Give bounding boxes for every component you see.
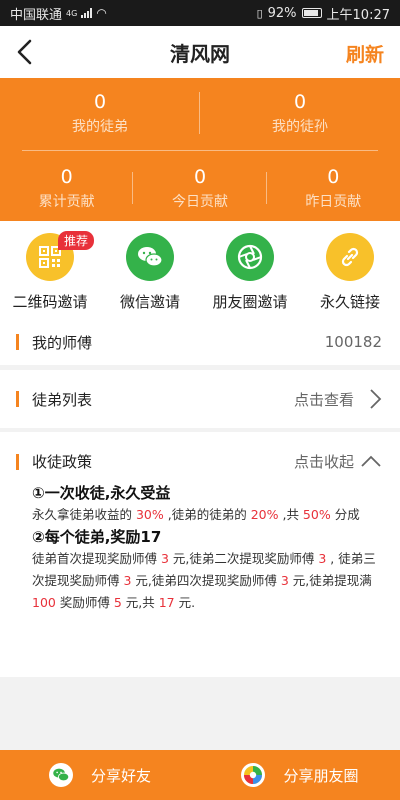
policy-heading-1: ①一次收徒,永久受益 xyxy=(32,484,171,502)
invite-moments-button[interactable]: 朋友圈邀请 xyxy=(200,221,300,319)
highlight-value: 100 xyxy=(32,595,56,610)
highlight-value: 50% xyxy=(302,507,331,522)
policy-text-segment: 徒弟首次提现奖励师傅 xyxy=(32,551,161,566)
refresh-button[interactable]: 刷新 xyxy=(346,40,384,67)
signal-icon xyxy=(81,8,93,18)
invite-label: 二维码邀请 xyxy=(12,293,88,311)
highlight-value: 5 xyxy=(113,595,122,610)
status-bar: 中国联通 4G ◠ ▯ 92% 上午10:27 xyxy=(0,0,400,26)
invite-label: 微信邀请 xyxy=(119,293,180,311)
wifi-icon: ◠ xyxy=(96,6,107,20)
invite-label: 朋友圈邀请 xyxy=(212,293,288,311)
stat-label: 我的徒孙 xyxy=(272,119,328,135)
policy-text-segment: 元,徒弟提现满 xyxy=(288,573,372,588)
chevron-up-icon[interactable] xyxy=(360,454,382,468)
policy-text-segment: 奖励师傅 xyxy=(55,595,114,610)
section-marker xyxy=(16,391,19,407)
policy-section: 收徒政策 点击收起 ①一次收徒,永久受益 永久拿徒弟收益的 30% ,徒弟的徒弟… xyxy=(0,432,400,677)
section-marker xyxy=(16,454,19,470)
policy-text-1: 永久拿徒弟收益的 30% ,徒弟的徒弟的 20% ,共 50% 分成 xyxy=(32,504,377,526)
stat-label: 累计贡献 xyxy=(38,194,95,210)
stat-grand-apprentices: 0 我的徒孙 xyxy=(200,78,400,148)
wechat-icon xyxy=(126,233,174,281)
stat-value: 0 xyxy=(193,166,207,188)
stats-panel: 0 我的徒弟 0 我的徒孙 0 累计贡献 0 今日贡献 0 昨日贡献 xyxy=(0,78,400,221)
battery-icon xyxy=(301,8,322,18)
policy-text-segment: ,共 xyxy=(278,507,303,522)
vibrate-icon: ▯ xyxy=(256,6,263,20)
highlight-value: 20% xyxy=(250,507,279,522)
view-apprentices-link[interactable]: 点击查看 xyxy=(294,389,354,410)
section-marker xyxy=(16,334,19,350)
share-friends-label: 分享好友 xyxy=(90,766,151,785)
policy-text-segment: 分成 xyxy=(330,507,360,522)
stat-apprentices: 0 我的徒弟 xyxy=(0,78,200,148)
highlight-value: 17 xyxy=(158,595,175,610)
highlight-value: 3 xyxy=(160,551,169,566)
policy-text-segment: 元,共 xyxy=(121,595,159,610)
master-label: 我的师傅 xyxy=(32,333,93,352)
invite-wechat-button[interactable]: 微信邀请 xyxy=(100,221,200,319)
recommend-badge: 推荐 xyxy=(58,231,95,250)
page-title: 清风网 xyxy=(170,41,230,66)
invite-qrcode-button[interactable]: 推荐 二维码邀请 xyxy=(0,221,100,319)
stat-label: 昨日贡献 xyxy=(305,194,362,210)
stat-yesterday-contribution: 0 昨日贡献 xyxy=(267,158,400,218)
back-arrow-icon[interactable] xyxy=(14,38,38,66)
battery-percent: 92% xyxy=(267,5,297,21)
policy-text-segment: 元,徒弟四次提现奖励师傅 xyxy=(131,573,281,588)
divider xyxy=(22,150,378,151)
share-bar: 分享好友 分享朋友圈 xyxy=(0,750,400,800)
stat-value: 0 xyxy=(327,166,340,188)
stat-value: 0 xyxy=(60,166,73,188)
master-id: 100182 xyxy=(324,333,382,351)
policy-text-2: 徒弟首次提现奖励师傅 3 元,徒弟二次提现奖励师傅 3 , 徒弟三次提现奖励师傅… xyxy=(32,548,377,614)
policy-text-segment: 元. xyxy=(174,595,196,610)
master-row: 我的师傅 100182 xyxy=(0,319,400,365)
link-icon xyxy=(326,233,374,281)
stat-label: 我的徒弟 xyxy=(72,119,128,135)
stat-today-contribution: 0 今日贡献 xyxy=(133,158,267,218)
policy-content: ①一次收徒,永久受益 永久拿徒弟收益的 30% ,徒弟的徒弟的 20% ,共 5… xyxy=(32,482,377,614)
wechat-icon xyxy=(48,763,73,787)
carrier-label: 中国联通 xyxy=(10,7,63,23)
invite-label: 永久链接 xyxy=(319,293,380,311)
collapse-policy-link[interactable]: 点击收起 xyxy=(294,451,354,472)
policy-text-segment: ,徒弟的徒弟的 xyxy=(163,507,251,522)
moments-icon xyxy=(241,763,266,787)
chevron-right-icon[interactable] xyxy=(368,388,382,410)
stat-value: 0 xyxy=(93,91,107,113)
policy-label: 收徒政策 xyxy=(32,453,93,471)
share-moments-button[interactable]: 分享朋友圈 xyxy=(200,750,400,800)
nav-bar: 清风网 刷新 xyxy=(0,26,400,78)
apprentice-list-label: 徒弟列表 xyxy=(32,390,93,409)
share-moments-label: 分享朋友圈 xyxy=(283,766,359,785)
moments-icon xyxy=(226,233,274,281)
highlight-value: 3 xyxy=(280,573,289,588)
policy-heading-2: ②每个徒弟,奖励17 xyxy=(32,528,162,546)
highlight-value: 30% xyxy=(135,507,164,522)
clock: 上午10:27 xyxy=(326,7,390,23)
invite-methods: 推荐 二维码邀请 微信邀请 朋友圈邀请 永久链接 xyxy=(0,221,400,319)
apprentice-list-row[interactable]: 徒弟列表 点击查看 xyxy=(0,370,400,428)
policy-text-segment: 元,徒弟二次提现奖励师傅 xyxy=(168,551,319,566)
invite-permanent-link-button[interactable]: 永久链接 xyxy=(300,221,400,319)
stat-total-contribution: 0 累计贡献 xyxy=(0,158,134,218)
share-friends-button[interactable]: 分享好友 xyxy=(0,750,200,800)
stat-value: 0 xyxy=(293,91,307,113)
network-label: 4G xyxy=(66,8,78,18)
stat-label: 今日贡献 xyxy=(171,194,228,210)
policy-text-segment: 永久拿徒弟收益的 xyxy=(32,507,136,522)
